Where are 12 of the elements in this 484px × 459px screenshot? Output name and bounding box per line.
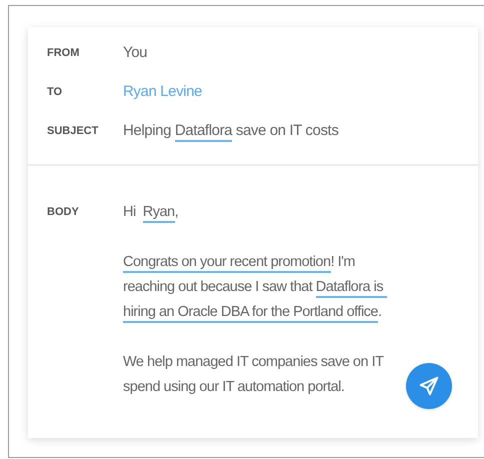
body-paragraph: Congrats on your recent promotion! I'm reaching out because I saw that Dataflora is hiring an Oracle DBA for the Portland office.: [123, 250, 407, 325]
field-value: Helping Dataflora save on IT costs: [123, 120, 338, 142]
recipient-link[interactable]: Ryan Levine: [123, 80, 202, 104]
body-paragraph: We help managed IT companies save on IT spend using our IT automation portal.: [123, 353, 385, 397]
body-paragraph: Hi Ryan,: [123, 200, 407, 225]
field-label: BODY: [46, 205, 80, 220]
field-value: You: [123, 42, 148, 63]
field-label: FROM: [46, 46, 80, 61]
paper-plane-icon: [418, 375, 440, 397]
field-label: TO: [46, 84, 64, 100]
field-label: SUBJECT: [46, 124, 100, 139]
send-button[interactable]: [406, 363, 452, 409]
